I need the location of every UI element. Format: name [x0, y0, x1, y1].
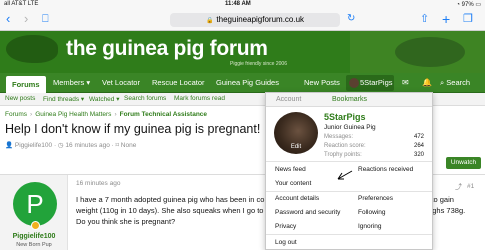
breadcrumb-health[interactable]: Guinea Pig Health Matters — [35, 111, 111, 118]
avatar[interactable]: P — [13, 182, 57, 226]
post-time[interactable]: 16 minutes ago — [76, 180, 120, 187]
subnav-mark-forums-read[interactable]: Mark forums read — [174, 95, 225, 102]
search-button[interactable]: ⌕ Search — [440, 73, 470, 93]
subnav-watched[interactable]: Watched ▾ — [89, 95, 119, 103]
subnav-find-threads[interactable]: Find threads ▾ — [43, 95, 84, 103]
browser-toolbar: ‹ › ⎕ 🔒 theguineapigforum.co.uk ↻ ⇧ + ❐ — [0, 9, 485, 31]
guinea-pig-banner-image — [395, 37, 465, 67]
alerts-bell-icon[interactable]: 🔔 — [422, 73, 432, 93]
lock-icon: 🔒 — [205, 18, 214, 24]
carrier-label: all AT&T LTE — [4, 1, 39, 7]
nav-tab-members[interactable]: Members ▾ — [53, 73, 90, 93]
nav-tab-rescue-locator[interactable]: Rescue Locator — [152, 73, 205, 93]
url-text: theguineapigforum.co.uk — [216, 15, 305, 24]
ios-status-bar: all AT&T LTE 11:48 AM ◔ 97% ▭ — [0, 0, 485, 9]
nav-tab-vet-locator[interactable]: Vet Locator — [102, 73, 140, 93]
share-icon[interactable]: ⇧ — [420, 12, 429, 26]
thread-meta: 👤 Piggielife100 · ◷ 16 minutes ago · ⌑ N… — [5, 142, 137, 149]
online-status-icon — [31, 221, 40, 230]
site-title[interactable]: the guinea pig forum — [66, 37, 268, 61]
account-menu-button[interactable]: 5StarPigs — [346, 75, 394, 91]
user-icon: 👤 — [5, 142, 14, 149]
clock-icon: ◷ — [57, 142, 64, 149]
search-icon: ⌕ — [440, 78, 445, 87]
post-number[interactable]: #1 — [467, 183, 474, 190]
site-tagline: Piggie friendly since 2006 — [230, 61, 287, 67]
thread-time[interactable]: 16 minutes ago — [65, 142, 109, 149]
thread-tags: None — [120, 142, 137, 149]
breadcrumb-forums[interactable]: Forums — [5, 111, 27, 118]
account-username: 5StarPigs — [360, 78, 393, 87]
new-tab-plus-icon[interactable]: + — [442, 12, 450, 26]
post-user-title: New Born Pup — [16, 242, 52, 248]
unwatch-button[interactable]: Unwatch — [446, 157, 481, 169]
search-label: Search — [446, 78, 471, 87]
share-icon[interactable]: ⤴ — [455, 182, 462, 192]
conversations-envelope-icon[interactable]: ✉ — [402, 73, 409, 93]
post-username[interactable]: Piggielife100 — [0, 233, 68, 240]
pen-arrow-annotation — [337, 170, 353, 180]
post-line-2: weight (110g in 10 days). She also squea… — [76, 206, 276, 215]
nav-tab-new-posts[interactable]: New Posts — [304, 73, 340, 93]
site-header: the guinea pig forum Piggie friendly sin… — [0, 31, 485, 73]
subnav-search-forums[interactable]: Search forums — [124, 95, 166, 102]
nav-tab-forums[interactable]: Forums — [6, 76, 46, 93]
back-chevron-icon[interactable]: ‹ — [6, 12, 10, 26]
battery-indicator: ◔ 97% ▭ — [456, 2, 481, 8]
post-line-1: I have a 7 month adopted guinea pig who … — [76, 195, 275, 204]
address-bar[interactable]: 🔒 theguineapigforum.co.uk — [170, 13, 340, 27]
avatar — [349, 78, 359, 88]
account-popup: Account Bookmarks Edit 5StarPigs Junior … — [265, 92, 433, 250]
thread-author[interactable]: Piggielife100 — [15, 142, 52, 149]
reload-icon[interactable]: ↻ — [347, 12, 355, 26]
tabs-overview-icon[interactable]: ❐ — [463, 12, 473, 26]
post-user-panel: P Piggielife100 New Born Pup — [0, 175, 68, 250]
clock: 11:48 AM — [225, 1, 251, 7]
guinea-pig-logo-image — [6, 35, 58, 63]
subnav-new-posts[interactable]: New posts — [5, 95, 35, 102]
page-title: Help I don't know if my guinea pig is pr… — [5, 122, 261, 136]
nav-tab-guinea-pig-guides[interactable]: Guinea Pig Guides — [216, 73, 279, 93]
breadcrumb-tech-assistance[interactable]: Forum Technical Assistance — [120, 111, 207, 118]
main-nav: Forums Members ▾ Vet Locator Rescue Loca… — [0, 73, 485, 93]
forward-chevron-icon[interactable]: › — [24, 12, 28, 26]
breadcrumb: Forums › Guinea Pig Health Matters › Forum T… — [5, 111, 208, 118]
bookmarks-book-icon[interactable]: ⎕ — [42, 12, 49, 26]
tag-icon: ⌑ — [115, 142, 119, 149]
